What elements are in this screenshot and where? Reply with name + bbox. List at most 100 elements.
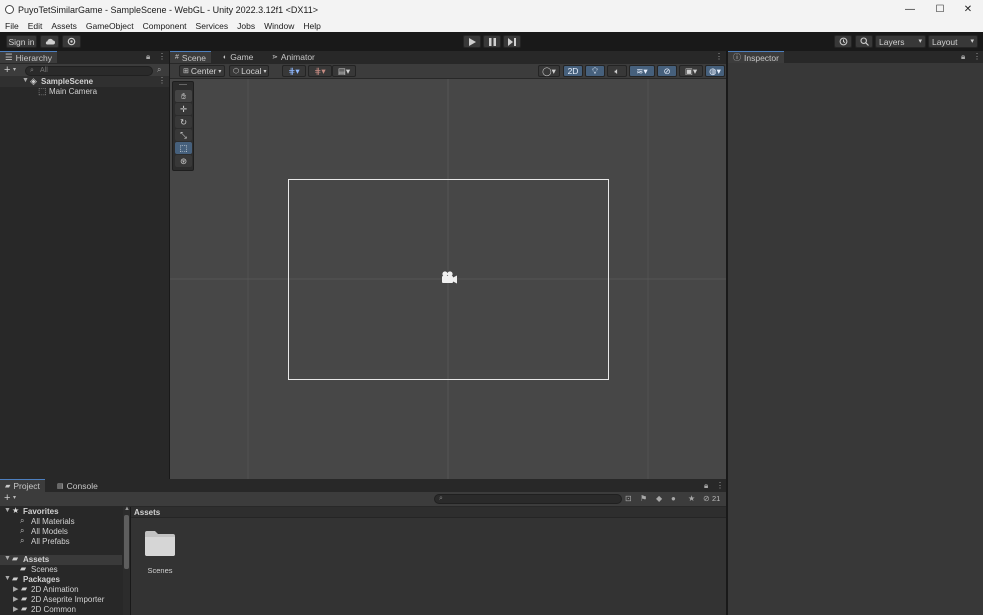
list-item[interactable]: ▰ Scenes [0, 564, 122, 575]
close-button[interactable]: ✕ [953, 0, 983, 19]
favorite-label: All Materials [31, 517, 75, 526]
chevron-down-icon[interactable]: ▼ [4, 575, 11, 582]
menu-help[interactable]: Help [298, 21, 324, 31]
scale-tool-icon[interactable]: ⤡ [175, 129, 192, 141]
effects-dropdown[interactable]: ≋▾ [629, 65, 655, 77]
list-item[interactable]: ▶ ▰ 2D Common [0, 604, 122, 615]
hierarchy-search-input[interactable]: ⌕ All [25, 66, 153, 76]
transform-tool-icon[interactable]: ⊛ [175, 155, 192, 167]
main-toolbar: Sign in Layers ▾ Layout ▾ [0, 32, 983, 51]
list-item[interactable]: ▼ ★ Favorites [0, 506, 122, 517]
tab-inspector[interactable]: ⓘ Inspector [728, 51, 784, 63]
hidden-objects-toggle[interactable]: ⊘ [657, 65, 677, 77]
more-options-icon[interactable]: ⋮ [973, 52, 981, 61]
pause-icon[interactable] [483, 35, 501, 48]
asset-folder-tile[interactable]: Scenes [142, 529, 178, 577]
add-button[interactable]: + [4, 492, 10, 504]
menu-window[interactable]: Window [259, 21, 298, 31]
tree-scrollbar[interactable]: ▲ [123, 506, 130, 615]
more-options-icon[interactable]: ⋮ [716, 481, 724, 490]
history-icon[interactable] [834, 35, 852, 48]
gameobject-label: Main Camera [49, 87, 98, 96]
add-button[interactable]: + [4, 64, 10, 76]
list-item[interactable]: ⌕ All Materials [0, 516, 122, 527]
chevron-right-icon[interactable]: ▶ [13, 585, 18, 593]
scene-search-icon[interactable]: ⌕ [157, 65, 161, 75]
draw-mode-dropdown[interactable]: ◯▾ [538, 65, 560, 77]
project-search-input[interactable]: ⌕ [434, 494, 622, 504]
tab-game[interactable]: ◐ Game [218, 51, 258, 63]
package-visibility-icon[interactable]: ● [671, 494, 676, 503]
chevron-down-icon[interactable]: ▼ [4, 507, 11, 514]
menu-services[interactable]: Services [191, 21, 233, 31]
menu-gameobject[interactable]: GameObject [81, 21, 138, 31]
list-item[interactable]: ▼ ▰ Assets [0, 554, 122, 565]
scene-toolbar: ⊞ Center ▾ ⬡ Local ▾ ⋕▾ ⋕▾ ▤▾ ◯▾ 2D 💡︎ 🔈… [170, 64, 726, 78]
audio-toggle[interactable]: 🔈︎ [607, 65, 627, 77]
search-by-type-icon[interactable]: ⊡ [625, 494, 632, 503]
lightbulb-icon: 💡︎ [592, 65, 598, 76]
space-dropdown[interactable]: ⬡ Local ▾ [229, 65, 269, 77]
lighting-toggle[interactable]: 💡︎ [585, 65, 605, 77]
scene-viewport[interactable]: ✋︎ ✛ ↻ ⤡ ⬚ ⊛ [170, 79, 726, 479]
menu-file[interactable]: File [0, 21, 23, 31]
tab-console[interactable]: ▤ Console [52, 479, 103, 492]
menu-component[interactable]: Component [138, 21, 191, 31]
menu-edit[interactable]: Edit [23, 21, 47, 31]
lock-icon[interactable]: 🔒︎ [146, 52, 150, 62]
search-icon[interactable] [855, 35, 873, 48]
list-item[interactable]: ▼ ▰ Packages [0, 574, 122, 585]
more-options-icon[interactable]: ⋮ [158, 76, 166, 85]
chevron-right-icon[interactable]: ▶ [13, 595, 18, 603]
sign-in-button[interactable]: Sign in [6, 35, 37, 48]
chevron-down-icon: ▾ [13, 67, 17, 73]
more-options-icon[interactable]: ⋮ [715, 52, 723, 61]
breadcrumb: Assets [131, 507, 726, 518]
chevron-right-icon[interactable]: ▶ [13, 605, 18, 613]
grid-snapping-toggle[interactable]: ⋕▾ [282, 65, 306, 77]
layers-dropdown[interactable]: Layers ▾ [875, 35, 926, 48]
drag-handle[interactable] [179, 84, 187, 85]
star-icon: ★ [12, 506, 20, 515]
cloud-icon[interactable] [40, 35, 59, 48]
maximize-button[interactable]: ☐ [925, 0, 955, 19]
grid-visibility-toggle[interactable]: ⋕▾ [308, 65, 332, 77]
chevron-down-icon: ▾ [13, 495, 17, 501]
rect-tool-icon[interactable]: ⬚ [175, 142, 192, 154]
layout-dropdown[interactable]: Layout ▾ [928, 35, 978, 48]
hand-tool-icon[interactable]: ✋︎ [175, 90, 192, 102]
list-item[interactable]: ▶ ▰ 2D Aseprite Importer [0, 594, 122, 605]
list-item[interactable]: ▶ ▰ 2D Animation [0, 584, 122, 595]
tab-animator[interactable]: ⋗ Animator [267, 51, 320, 63]
2d-mode-toggle[interactable]: 2D [563, 65, 583, 77]
lock-icon[interactable]: 🔒︎ [704, 481, 708, 491]
list-item[interactable]: ⬚ Main Camera [0, 86, 169, 97]
increment-snap-toggle[interactable]: ▤▾ [332, 65, 356, 77]
scrollbar-thumb[interactable] [124, 515, 129, 569]
favorite-star-icon[interactable]: ★ [688, 494, 695, 503]
move-tool-icon[interactable]: ✛ [175, 103, 192, 115]
lock-icon[interactable]: 🔒︎ [961, 52, 965, 62]
menu-assets[interactable]: Assets [46, 21, 81, 31]
rotate-tool-icon[interactable]: ↻ [175, 116, 192, 128]
chevron-down-icon[interactable]: ▼ [4, 555, 11, 562]
list-item[interactable]: ⌕ All Models [0, 526, 122, 537]
tab-hierarchy[interactable]: ☰ Hierarchy [0, 51, 57, 63]
filter-label-icon[interactable]: ◆ [656, 494, 662, 503]
hidden-packages-icon[interactable]: ⊘ [703, 494, 710, 503]
gizmos-dropdown[interactable]: ◍▾ [705, 65, 725, 77]
list-item[interactable]: ⌕ All Prefabs [0, 536, 122, 547]
breadcrumb-assets[interactable]: Assets [134, 508, 160, 517]
tab-scene[interactable]: # Scene [170, 51, 212, 63]
minimize-button[interactable]: — [895, 0, 925, 19]
chevron-down-icon[interactable]: ▼ [22, 77, 29, 84]
search-by-label-icon[interactable]: ⚑ [640, 494, 647, 503]
step-icon[interactable] [503, 35, 521, 48]
menu-jobs[interactable]: Jobs [232, 21, 259, 31]
play-icon[interactable] [463, 35, 481, 48]
tab-project[interactable]: ▰ Project [0, 479, 45, 492]
camera-settings-dropdown[interactable]: ▣▾ [679, 65, 703, 77]
more-options-icon[interactable]: ⋮ [158, 52, 166, 61]
pivot-dropdown[interactable]: ⊞ Center ▾ [179, 65, 225, 77]
collab-icon[interactable] [62, 35, 81, 48]
